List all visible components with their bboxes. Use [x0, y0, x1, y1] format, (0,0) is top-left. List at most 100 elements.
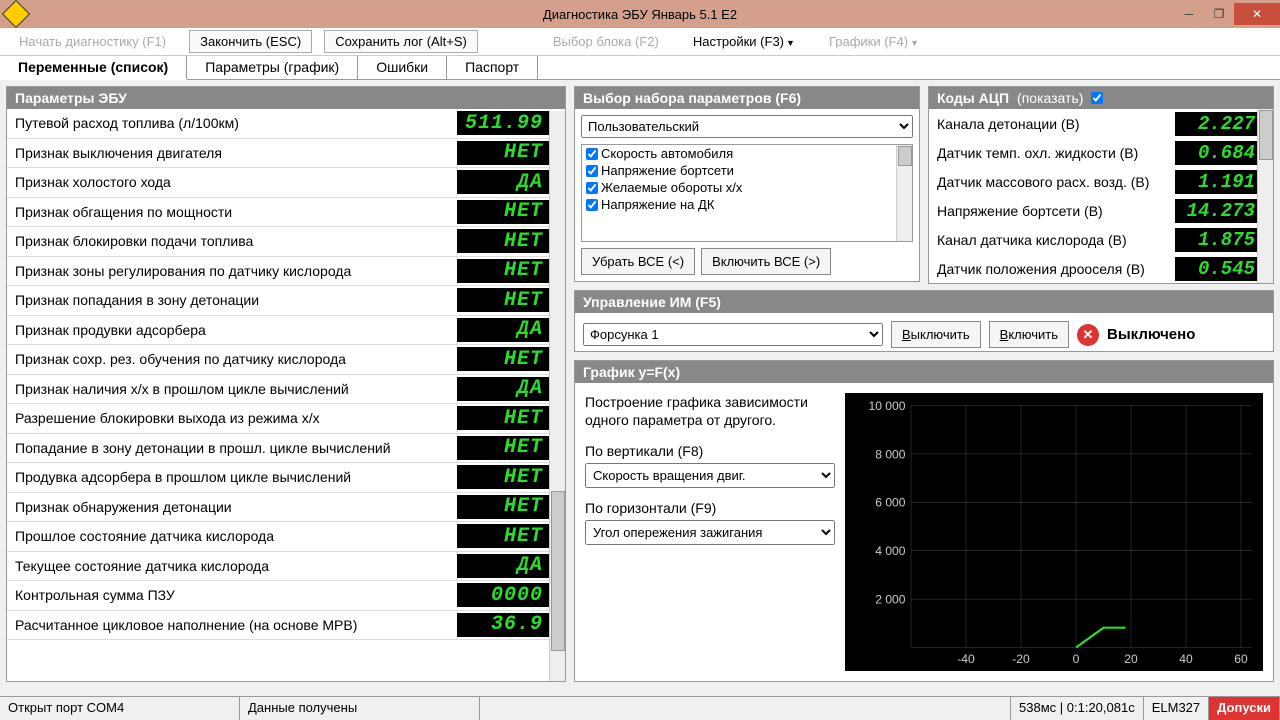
svg-text:-20: -20 — [1012, 652, 1030, 666]
adc-scrollbar[interactable] — [1257, 109, 1273, 283]
adc-label: Напряжение бортсети (В) — [929, 203, 1175, 219]
param-checklist[interactable]: Скорость автомобиля Напряжение бортсети … — [581, 144, 913, 242]
status-dopuski[interactable]: Допуски — [1209, 697, 1280, 720]
param-label: Признак обгащения по мощности — [7, 204, 457, 220]
close-button[interactable]: ✕ — [1234, 3, 1280, 25]
finish-button[interactable]: Закончить (ESC) — [189, 30, 312, 53]
start-diag-button[interactable]: Начать диагностику (F1) — [8, 30, 177, 53]
select-block-button[interactable]: Выбор блока (F2) — [542, 30, 670, 53]
checklist-item[interactable]: Желаемые обороты х/х — [582, 179, 912, 196]
param-row[interactable]: Признак наличия х/х в прошлом цикле вычи… — [7, 375, 565, 405]
param-row[interactable]: Признак обнаружения детонацииНЕТ — [7, 493, 565, 523]
svg-text:0: 0 — [1073, 652, 1080, 666]
param-row[interactable]: Разрешение блокировки выхода из режима х… — [7, 404, 565, 434]
param-row[interactable]: Признак сохр. рез. обучения по датчику к… — [7, 345, 565, 375]
minimize-button[interactable]: ─ — [1174, 3, 1204, 25]
status-port: Открыт порт COM4 — [0, 697, 240, 720]
save-log-button[interactable]: Сохранить лог (Alt+S) — [324, 30, 478, 53]
settings-button[interactable]: Настройки (F3)▼ — [682, 30, 806, 53]
param-row[interactable]: Признак продувки адсорбераДА — [7, 316, 565, 346]
act-on-button[interactable]: Включить — [989, 321, 1069, 348]
add-all-button[interactable]: Включить ВСЕ (>) — [701, 248, 831, 275]
param-set-select[interactable]: Пользовательский — [581, 115, 913, 138]
svg-text:6 000: 6 000 — [875, 496, 906, 510]
act-off-button[interactable]: Выключить — [891, 321, 981, 348]
param-row[interactable]: Признак блокировки подачи топливаНЕТ — [7, 227, 565, 257]
tab-errors[interactable]: Ошибки — [358, 56, 447, 79]
param-checkbox[interactable] — [586, 165, 598, 177]
tab-params-graph[interactable]: Параметры (график) — [187, 56, 358, 79]
param-label: Признак продувки адсорбера — [7, 322, 457, 338]
svg-text:40: 40 — [1179, 652, 1193, 666]
status-adapter: ELM327 — [1144, 697, 1209, 720]
param-checkbox[interactable] — [586, 199, 598, 211]
act-stop-button[interactable]: ✕ — [1077, 324, 1099, 346]
adc-label: Канал датчика кислорода (В) — [929, 232, 1175, 248]
actuator-panel: Управление ИМ (F5) Форсунка 1 Выключить … — [574, 290, 1274, 352]
adc-row: Напряжение бортсети (В)14.273 — [929, 196, 1273, 225]
param-checkbox[interactable] — [586, 182, 598, 194]
adc-value: 2.227 — [1175, 112, 1259, 136]
adc-label: Датчик массового расх. возд. (В) — [929, 174, 1175, 190]
checklist-item[interactable]: Напряжение бортсети — [582, 162, 912, 179]
param-row[interactable]: Признак выключения двигателяНЕТ — [7, 139, 565, 169]
graph-desc: Построение графика зависимости одного па… — [585, 393, 835, 429]
param-value: 0000 — [457, 583, 549, 607]
maximize-button[interactable]: ❐ — [1204, 3, 1234, 25]
param-label: Попадание в зону детонации в прошл. цикл… — [7, 440, 457, 456]
param-scrollbar[interactable] — [549, 111, 565, 681]
horiz-select[interactable]: Угол опережения зажигания — [585, 520, 835, 545]
param-value: ДА — [457, 554, 549, 578]
tabs: Переменные (список) Параметры (график) О… — [0, 56, 1280, 80]
param-label: Прошлое состояние датчика кислорода — [7, 528, 457, 544]
param-value: 511.99 — [457, 111, 549, 135]
adc-show-checkbox[interactable] — [1091, 92, 1103, 104]
param-row[interactable]: Признак холостого ходаДА — [7, 168, 565, 198]
svg-text:8 000: 8 000 — [875, 447, 906, 461]
checklist-item[interactable]: Напряжение на ДК — [582, 196, 912, 213]
param-row[interactable]: Контрольная сумма ПЗУ0000 — [7, 581, 565, 611]
adc-value: 1.875 — [1175, 228, 1259, 252]
tab-variables[interactable]: Переменные (список) — [0, 56, 187, 80]
param-row[interactable]: Прошлое состояние датчика кислородаНЕТ — [7, 522, 565, 552]
app-icon — [2, 0, 30, 28]
actuator-select[interactable]: Форсунка 1 — [583, 323, 883, 346]
adc-label: Датчик темп. охл. жидкости (В) — [929, 145, 1175, 161]
adc-label: Канала детонации (В) — [929, 116, 1175, 132]
svg-text:60: 60 — [1234, 652, 1248, 666]
param-row[interactable]: Расчитанное цикловое наполнение (на осно… — [7, 611, 565, 641]
chart-area: 10 0008 000 6 0004 000 2 000 -40-20 020 … — [845, 393, 1263, 671]
param-row[interactable]: Признак попадания в зону детонацииНЕТ — [7, 286, 565, 316]
param-row[interactable]: Путевой расход топлива (л/100км)511.99 — [7, 109, 565, 139]
horiz-label: По горизонтали (F9) — [585, 500, 835, 516]
graph-header: График y=F(x) — [575, 361, 1273, 383]
svg-text:2 000: 2 000 — [875, 593, 906, 607]
svg-text:4 000: 4 000 — [875, 544, 906, 558]
param-value: НЕТ — [457, 524, 549, 548]
param-row[interactable]: Продувка адсорбера в прошлом цикле вычис… — [7, 463, 565, 493]
graphics-button[interactable]: Графики (F4)▼ — [818, 30, 930, 53]
remove-all-button[interactable]: Убрать ВСЕ (<) — [581, 248, 695, 275]
param-row[interactable]: Попадание в зону детонации в прошл. цикл… — [7, 434, 565, 464]
param-value: НЕТ — [457, 200, 549, 224]
param-row[interactable]: Признак зоны регулирования по датчику ки… — [7, 257, 565, 287]
param-checkbox[interactable] — [586, 148, 598, 160]
param-label: Признак блокировки подачи топлива — [7, 233, 457, 249]
param-value: НЕТ — [457, 465, 549, 489]
adc-row: Канал датчика кислорода (В)1.875 — [929, 225, 1273, 254]
param-value: ДА — [457, 170, 549, 194]
param-value: НЕТ — [457, 229, 549, 253]
param-row[interactable]: Текущее состояние датчика кислородаДА — [7, 552, 565, 582]
titlebar: Диагностика ЭБУ Январь 5.1 Е2 ─ ❐ ✕ — [0, 0, 1280, 28]
checklist-scrollbar[interactable] — [896, 145, 912, 241]
param-row[interactable]: Признак обгащения по мощностиНЕТ — [7, 198, 565, 228]
adc-row: Датчик массового расх. возд. (В)1.191 — [929, 167, 1273, 196]
vert-select[interactable]: Скорость вращения двиг. — [585, 463, 835, 488]
param-value: ДА — [457, 377, 549, 401]
param-value: НЕТ — [457, 347, 549, 371]
act-header: Управление ИМ (F5) — [575, 291, 1273, 313]
checklist-item[interactable]: Скорость автомобиля — [582, 145, 912, 162]
param-label: Разрешение блокировки выхода из режима х… — [7, 410, 457, 426]
tab-passport[interactable]: Паспорт — [447, 56, 538, 79]
title: Диагностика ЭБУ Январь 5.1 Е2 — [543, 7, 737, 22]
